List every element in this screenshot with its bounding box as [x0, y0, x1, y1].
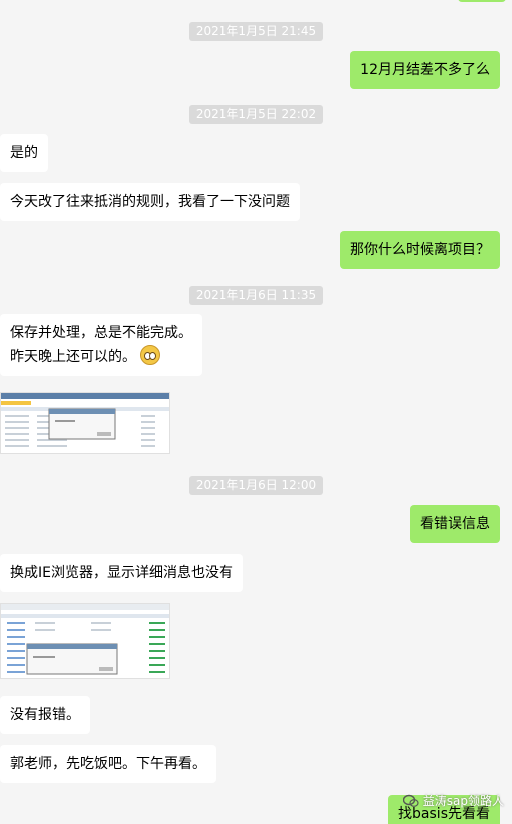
message-bubble-sent[interactable]: 看错误信息 [410, 505, 500, 543]
message-bubble-received[interactable]: 郭老师，先吃饭吧。下午再看。 [0, 745, 216, 783]
screenshot-thumbnail-icon [1, 393, 169, 453]
message-bubble-received[interactable]: 没有报错。 [0, 696, 90, 734]
blush-emoji-icon [140, 345, 160, 365]
watermark: 益涛sap领路人 [402, 792, 504, 809]
message-bubble-received[interactable]: 今天改了往来抵消的规则，我看了一下没问题 [0, 183, 300, 221]
image-message[interactable] [0, 392, 170, 454]
message-bubble-received[interactable]: 是的 [0, 134, 48, 172]
message-bubble-received[interactable]: 换成IE浏览器，显示详细消息也没有 [0, 554, 243, 592]
watermark-text: 益涛sap领路人 [422, 794, 504, 808]
timestamp: 2021年1月6日 11:35 [0, 284, 512, 305]
message-line: 昨天晚上还可以的。 [10, 345, 192, 369]
wechat-channel-icon [402, 794, 419, 807]
image-message[interactable] [0, 603, 170, 679]
timestamp: 2021年1月5日 22:02 [0, 103, 512, 124]
message-bubble-received[interactable]: 保存并处理，总是不能完成。 昨天晚上还可以的。 [0, 314, 202, 376]
message-line: 保存并处理，总是不能完成。 [10, 325, 192, 341]
message-bubble-sent[interactable]: 12月月结差不多了么 [350, 51, 500, 89]
message-bubble-sent[interactable]: 那你什么时候离项目？ [340, 231, 500, 269]
screenshot-thumbnail-icon [1, 604, 169, 678]
timestamp: 2021年1月6日 12:00 [0, 474, 512, 495]
partial-message-bubble[interactable] [458, 0, 506, 2]
timestamp: 2021年1月5日 21:45 [0, 20, 512, 41]
